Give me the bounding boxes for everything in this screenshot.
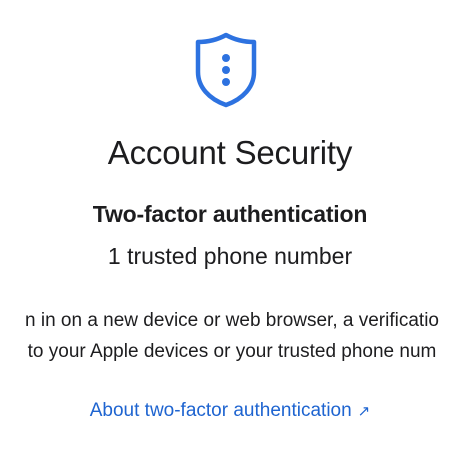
ellipsis-dot-3 (222, 78, 230, 86)
ellipsis-dot-2 (222, 66, 230, 74)
two-factor-description: n in on a new device or web browser, a v… (0, 305, 460, 367)
ellipsis-dot-1 (222, 54, 230, 62)
description-line-2: to your Apple devices or your trusted ph… (27, 341, 437, 362)
two-factor-heading: Two-factor authentication (92, 201, 368, 227)
external-link-arrow-icon: ↗ (357, 403, 371, 420)
account-security-panel: Account Security Two-factor authenticati… (0, 0, 460, 460)
about-two-factor-link-label: About two-factor authentication (89, 400, 352, 421)
page-title: Account Security (107, 134, 353, 171)
shield-icon (195, 32, 257, 108)
trusted-phone-count: 1 trusted phone number (107, 243, 353, 269)
about-two-factor-link[interactable]: About two-factor authentication ↗ (0, 398, 460, 425)
description-line-1: n in on a new device or web browser, a v… (25, 310, 439, 331)
